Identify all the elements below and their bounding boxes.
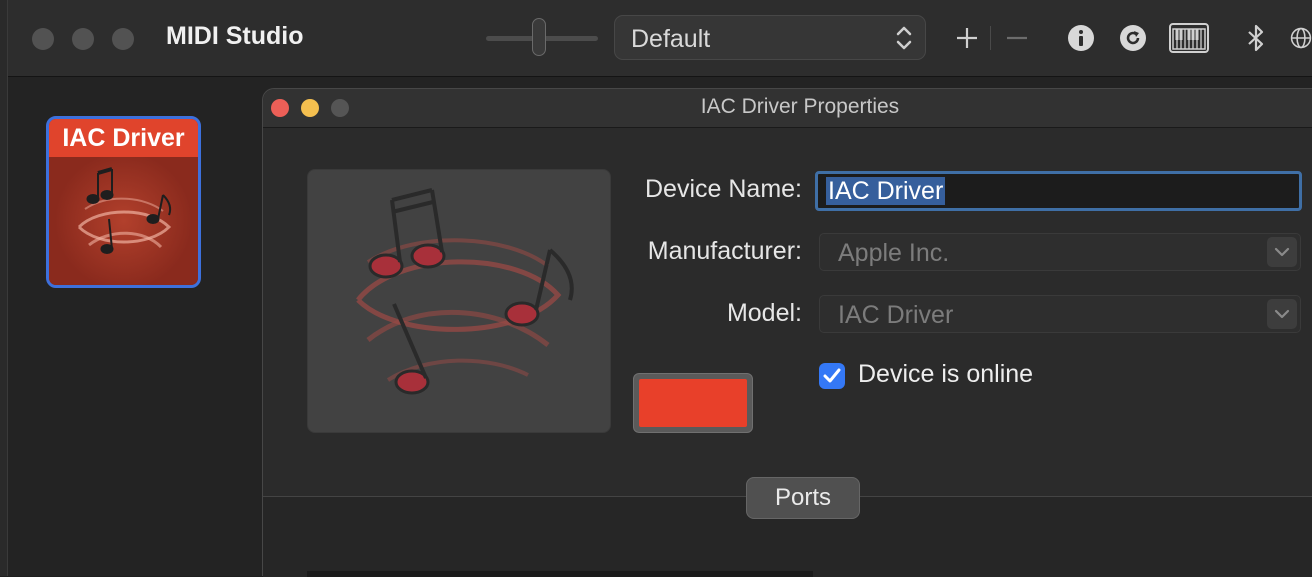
device-icon-large[interactable]: [307, 169, 611, 433]
up-down-chevron-icon: [896, 26, 912, 50]
keyboard-icon[interactable]: [1168, 18, 1210, 58]
toolbar-separator: [990, 26, 991, 50]
model-value: IAC Driver: [838, 301, 954, 329]
bluetooth-icon[interactable]: [1244, 18, 1268, 58]
rescan-icon[interactable]: [1118, 18, 1148, 58]
properties-titlebar: IAC Driver Properties: [263, 89, 1312, 128]
device-online-label: Device is online: [858, 360, 1034, 388]
icon-size-slider-knob[interactable]: [532, 18, 546, 56]
device-name-value: IAC Driver: [826, 177, 946, 205]
checkmark-icon: [823, 368, 841, 383]
device-name-field[interactable]: IAC Driver: [815, 171, 1302, 211]
device-item-label: IAC Driver: [49, 119, 198, 157]
device-name-label: Device Name:: [645, 175, 802, 203]
add-icon[interactable]: [952, 18, 982, 58]
toolbar: MIDI Studio Default: [8, 0, 1312, 77]
chevron-down-icon[interactable]: [1267, 237, 1297, 267]
device-color-swatch: [639, 379, 747, 427]
ports-list: [307, 571, 813, 577]
minimize-button[interactable]: [72, 28, 94, 50]
iac-driver-icon: [49, 157, 198, 285]
model-label: Model:: [726, 299, 802, 327]
device-online-checkbox[interactable]: [819, 363, 845, 389]
properties-title: IAC Driver Properties: [700, 95, 900, 118]
manufacturer-label: Manufacturer:: [647, 237, 802, 265]
network-icon[interactable]: [1290, 18, 1312, 58]
remove-icon[interactable]: [1002, 18, 1032, 58]
configuration-value: Default: [631, 25, 711, 53]
device-color-well[interactable]: [633, 373, 753, 433]
iac-driver-properties-window: IAC Driver Properties Device Name: IAC D…: [262, 88, 1312, 577]
configuration-select[interactable]: Default: [614, 15, 926, 60]
zoom-button[interactable]: [112, 28, 134, 50]
chevron-down-icon[interactable]: [1267, 299, 1297, 329]
midi-studio-window: MIDI Studio Default IAC Driver IAC Drive…: [8, 0, 1312, 577]
manufacturer-value: Apple Inc.: [838, 239, 950, 267]
device-item-iac-driver[interactable]: IAC Driver: [46, 116, 201, 288]
window-title: MIDI Studio: [166, 22, 304, 50]
tab-ports[interactable]: Ports: [746, 477, 860, 519]
background-window-edge: [0, 0, 8, 576]
close-button[interactable]: [32, 28, 54, 50]
manufacturer-field[interactable]: Apple Inc.: [819, 233, 1301, 271]
model-field[interactable]: IAC Driver: [819, 295, 1301, 333]
info-icon[interactable]: [1066, 18, 1096, 58]
